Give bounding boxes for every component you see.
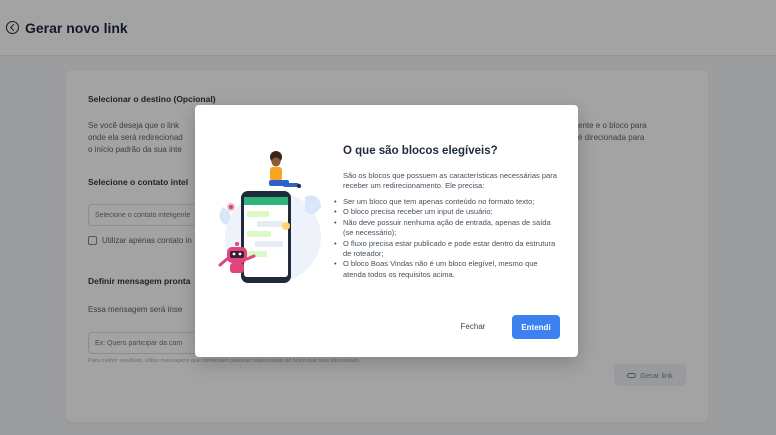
- requirement-item: Não deve possuir nenhuma ação de entrada…: [333, 218, 561, 239]
- phone-chat-illustration: [218, 151, 321, 283]
- eligible-blocks-modal: O que são blocos elegíveis? São os bloco…: [195, 105, 578, 357]
- understood-button[interactable]: Entendi: [512, 315, 560, 339]
- requirements-list: Ser um bloco que tem apenas conteúdo no …: [333, 197, 561, 280]
- modal-title: O que são blocos elegíveis?: [343, 145, 498, 157]
- requirement-item: O fluxo precisa estar publicado e pode e…: [333, 239, 561, 260]
- requirement-item: Ser um bloco que tem apenas conteúdo no …: [333, 197, 561, 208]
- close-button[interactable]: Fechar: [450, 315, 496, 337]
- requirement-item: O bloco Boas Vindas não é um bloco elegí…: [333, 259, 561, 280]
- modal-intro: São os blocos que possuem as característ…: [343, 171, 557, 191]
- requirement-item: O bloco precisa receber um input de usuá…: [333, 207, 561, 218]
